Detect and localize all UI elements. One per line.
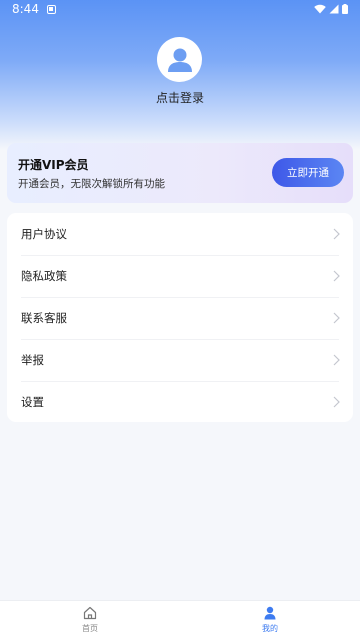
menu-item-label: 用户协议 (21, 227, 67, 241)
menu-item-settings[interactable]: 设置 (7, 381, 353, 423)
menu-item-contact-support[interactable]: 联系客服 (7, 297, 353, 339)
vip-title: 开通VIP会员 (18, 158, 89, 172)
tab-home-label: 首页 (82, 624, 98, 633)
battery-icon (342, 4, 348, 14)
bottom-tab-bar: 首页 我的 (0, 600, 360, 640)
status-bar: 8:44 (0, 0, 360, 18)
menu-item-label: 举报 (21, 353, 44, 367)
menu-item-user-agreement[interactable]: 用户协议 (7, 213, 353, 255)
tab-mine-label: 我的 (262, 624, 278, 633)
avatar[interactable] (157, 37, 202, 82)
settings-menu: 用户协议 隐私政策 联系客服 举报 设置 (7, 213, 353, 422)
chevron-right-icon (333, 312, 340, 324)
user-avatar-icon (167, 48, 192, 72)
home-icon (83, 606, 97, 620)
status-time: 8:44 (12, 2, 39, 16)
person-icon (264, 606, 276, 620)
vip-subtitle: 开通会员，无限次解锁所有功能 (18, 178, 165, 190)
menu-item-label: 联系客服 (21, 311, 67, 325)
menu-item-privacy-policy[interactable]: 隐私政策 (7, 255, 353, 297)
tab-mine[interactable]: 我的 (180, 601, 360, 640)
notification-icon (46, 4, 56, 14)
menu-item-label: 隐私政策 (21, 269, 67, 283)
menu-item-label: 设置 (21, 395, 44, 409)
vip-banner[interactable]: 开通VIP会员 开通会员，无限次解锁所有功能 立即开通 (7, 143, 353, 203)
chevron-right-icon (333, 396, 340, 408)
login-link[interactable]: 点击登录 (0, 89, 360, 106)
wifi-icon (314, 4, 326, 14)
menu-item-report[interactable]: 举报 (7, 339, 353, 381)
tab-home[interactable]: 首页 (0, 601, 180, 640)
chevron-right-icon (333, 354, 340, 366)
open-vip-button[interactable]: 立即开通 (272, 158, 344, 187)
signal-icon (329, 4, 339, 14)
chevron-right-icon (333, 228, 340, 240)
chevron-right-icon (333, 270, 340, 282)
